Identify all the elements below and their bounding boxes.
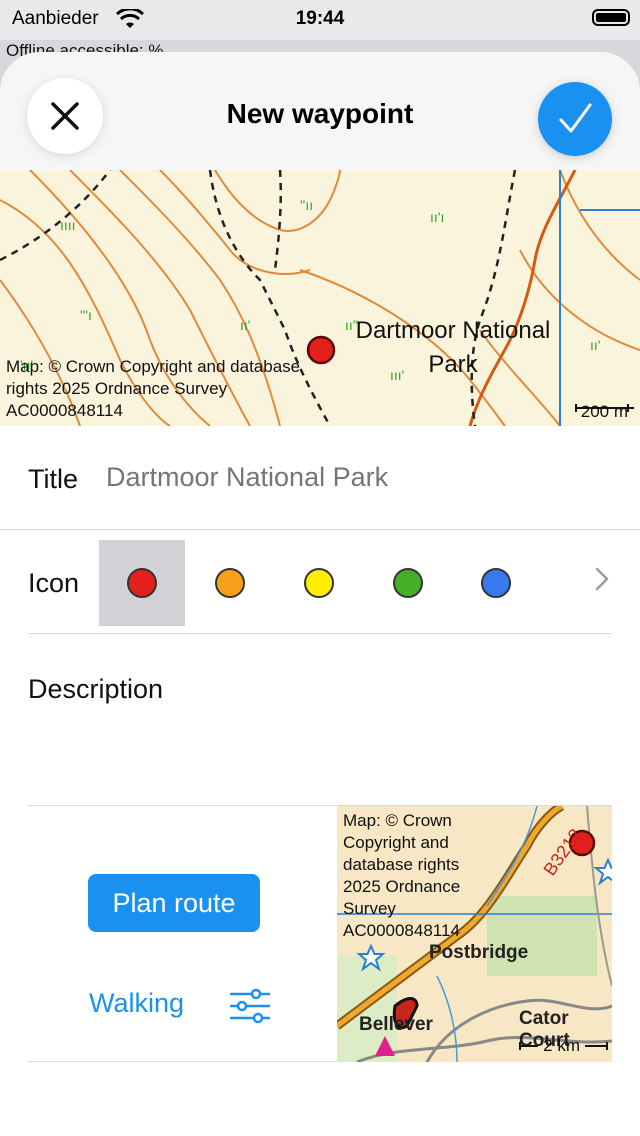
checkmark-icon xyxy=(559,103,592,133)
svg-text:ıı'ı: ıı'ı xyxy=(430,209,444,225)
icon-option-yellow[interactable] xyxy=(304,568,334,598)
status-bar: Aanbieder 19:44 xyxy=(0,0,640,40)
mini-map-attribution: Map: © Crown Copyright and database righ… xyxy=(343,811,461,940)
svg-text:ıı': ıı' xyxy=(590,337,600,353)
mini-map-place-2: Bellever xyxy=(359,1014,433,1035)
route-section: Plan route Walking Map: © Crown Copyrigh… xyxy=(28,806,612,1062)
mini-map-scale: 2 km xyxy=(519,1036,608,1056)
title-row: Title xyxy=(0,426,640,530)
title-label: Title xyxy=(28,464,79,494)
route-settings-icon[interactable] xyxy=(228,988,272,1024)
icon-label: Icon xyxy=(28,568,80,598)
svg-text:ıı': ıı' xyxy=(240,317,250,333)
icon-option-green[interactable] xyxy=(393,568,423,598)
plan-route-button[interactable]: Plan route xyxy=(88,874,260,932)
map-place-label: Dartmoor National Park xyxy=(355,317,551,378)
icon-option-blue[interactable] xyxy=(481,568,511,598)
travel-mode-button[interactable]: Walking xyxy=(89,988,184,1019)
icon-row: Icon xyxy=(28,530,612,634)
description-row[interactable]: Description xyxy=(28,634,612,806)
mini-map-scale-label: 2 km xyxy=(543,1036,580,1055)
description-label: Description xyxy=(28,674,164,704)
svg-text:'''ı: '''ı xyxy=(80,307,92,323)
map-attribution: Map: © Crown Copyright and database righ… xyxy=(6,357,301,420)
mini-map-place-1: Postbridge xyxy=(429,942,529,963)
svg-text:ıııı: ıııı xyxy=(60,217,76,233)
waypoint-map[interactable]: ıııı ıı'ı ıı'' '''ı ıı' ııı' 'ıı' ıı' ''… xyxy=(0,170,640,426)
svg-text:''ıı: ''ıı xyxy=(300,197,313,213)
map-scale: 200 m xyxy=(574,402,634,422)
title-input[interactable] xyxy=(106,462,606,493)
sheet-header: New waypoint xyxy=(0,52,640,170)
waypoint-marker[interactable] xyxy=(305,334,337,366)
icon-option-orange[interactable] xyxy=(215,568,245,598)
confirm-button[interactable] xyxy=(538,82,612,156)
battery-icon xyxy=(592,9,630,26)
icon-option-red[interactable] xyxy=(127,568,157,598)
chevron-right-icon[interactable] xyxy=(594,566,610,592)
new-waypoint-sheet: New waypoint ıııı ıı'ı ıı'' '''ı ıı' ııı… xyxy=(0,52,640,1136)
clock-label: 19:44 xyxy=(295,8,345,29)
route-mini-map[interactable]: Map: © Crown Copyright and database righ… xyxy=(337,806,612,1062)
